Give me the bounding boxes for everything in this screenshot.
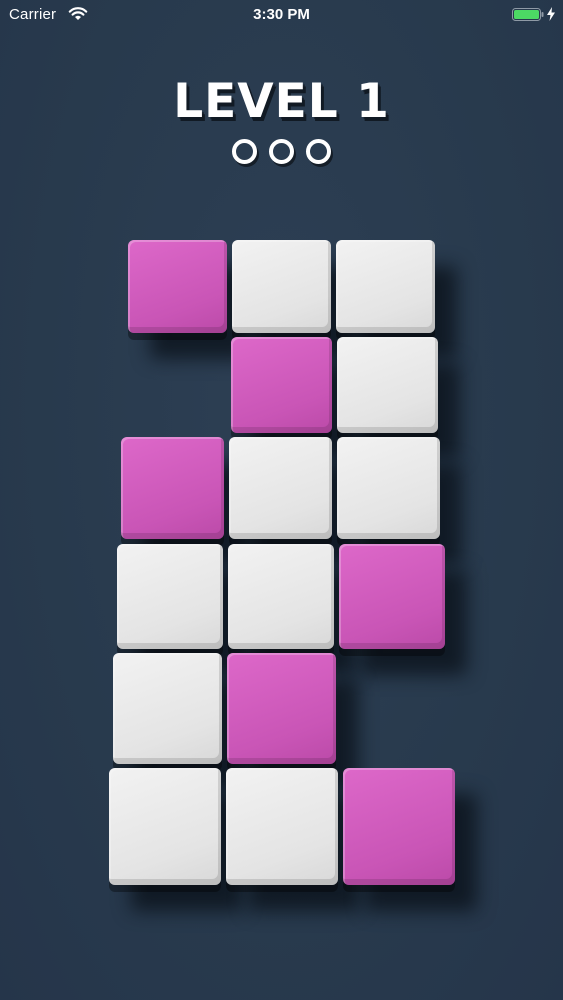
game-screen: Carrier 3:30 PM LEVEL 1: [0, 0, 563, 1000]
tile-white[interactable]: [337, 437, 440, 539]
tile-white[interactable]: [117, 544, 223, 649]
tile-white[interactable]: [336, 240, 435, 333]
tile-pink[interactable]: [339, 544, 445, 649]
tile-pink[interactable]: [227, 653, 336, 764]
tile-pink[interactable]: [121, 437, 224, 539]
tile-pink[interactable]: [231, 337, 332, 433]
tile-white[interactable]: [226, 768, 338, 885]
tile-white[interactable]: [228, 544, 334, 649]
tile-white[interactable]: [109, 768, 221, 885]
tile-white[interactable]: [113, 653, 222, 764]
tile-pink[interactable]: [343, 768, 455, 885]
tile-white[interactable]: [232, 240, 331, 333]
tile-white[interactable]: [229, 437, 332, 539]
tile-pink[interactable]: [128, 240, 227, 333]
tile-white[interactable]: [337, 337, 438, 433]
puzzle-board: [0, 0, 563, 1000]
